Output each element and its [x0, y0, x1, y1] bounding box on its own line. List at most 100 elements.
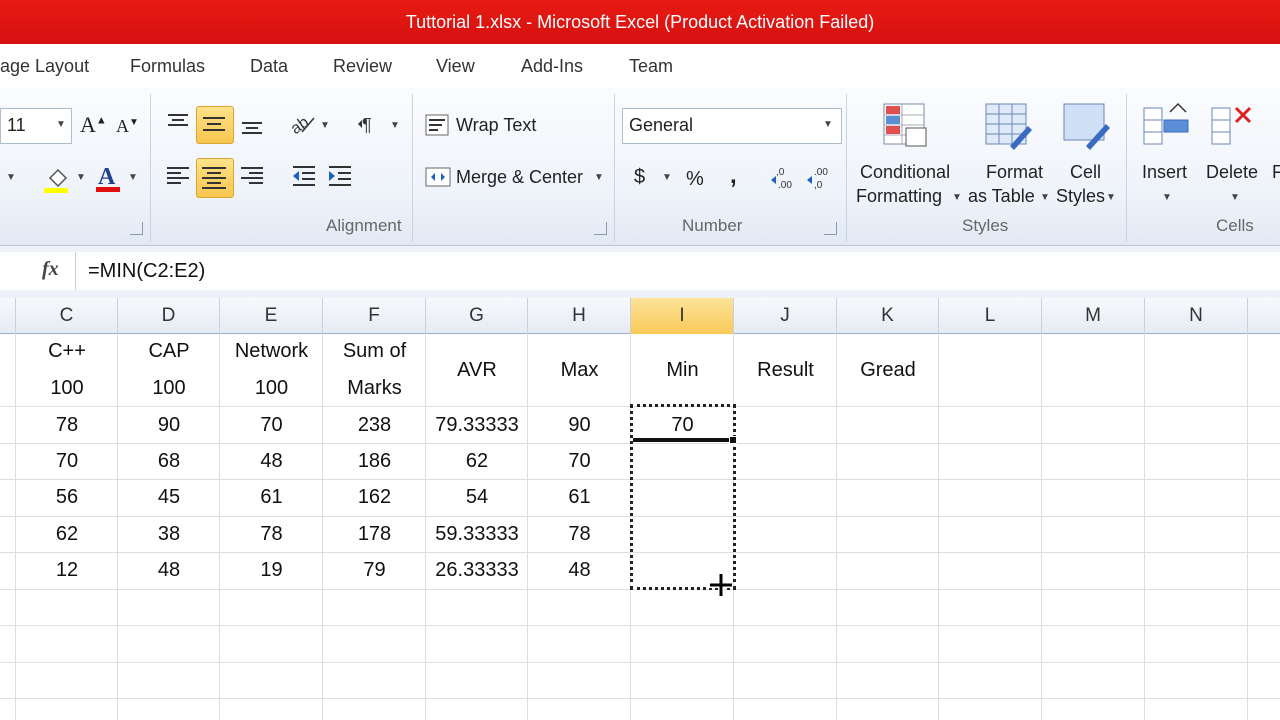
formula-input[interactable]: =MIN(C2:E2): [76, 252, 1280, 290]
column-header-partial[interactable]: [1248, 298, 1280, 334]
column-header-k[interactable]: K: [837, 298, 939, 334]
tab-add-ins[interactable]: Add-Ins: [521, 44, 583, 88]
table-cell[interactable]: 90: [528, 414, 631, 437]
insert-function-button[interactable]: fx: [0, 252, 76, 290]
table-cell[interactable]: 62: [426, 450, 528, 473]
percent-button[interactable]: %: [686, 168, 704, 191]
table-cell[interactable]: 48: [118, 559, 220, 582]
cell-f1-line2[interactable]: Marks: [323, 377, 426, 400]
table-cell[interactable]: 62: [16, 523, 118, 546]
orientation-icon[interactable]: ab: [288, 110, 318, 138]
increase-decimal-icon[interactable]: ,0.00: [770, 164, 800, 192]
column-header-i[interactable]: I: [631, 298, 734, 334]
align-top-icon[interactable]: [164, 110, 192, 138]
table-cell[interactable]: 79: [323, 559, 426, 582]
cell-i1[interactable]: Min: [631, 359, 734, 382]
table-cell[interactable]: 70: [220, 414, 323, 437]
align-middle-icon[interactable]: [196, 106, 234, 144]
column-header-e[interactable]: E: [220, 298, 323, 334]
number-format-combo[interactable]: General ▼: [622, 108, 842, 144]
tab-page-layout[interactable]: age Layout: [0, 44, 89, 88]
format-label-partial[interactable]: F: [1272, 162, 1280, 183]
alignment-dialog-launcher[interactable]: [594, 222, 607, 235]
table-cell[interactable]: 78: [16, 414, 118, 437]
font-color-icon[interactable]: A: [94, 162, 124, 194]
table-cell[interactable]: 61: [220, 486, 323, 509]
tab-team[interactable]: Team: [629, 44, 673, 88]
table-cell[interactable]: 79.33333: [426, 414, 528, 437]
chevron-down-icon[interactable]: ▼: [6, 172, 16, 183]
chevron-down-icon[interactable]: ▼: [390, 120, 400, 131]
align-right-icon[interactable]: [238, 162, 266, 190]
column-header-h[interactable]: H: [528, 298, 631, 334]
cell-k1[interactable]: Gread: [837, 359, 939, 382]
table-cell[interactable]: 238: [323, 414, 426, 437]
table-cell[interactable]: 19: [220, 559, 323, 582]
table-cell[interactable]: 78: [220, 523, 323, 546]
format-as-table-button[interactable]: Format as Table ▼: [964, 94, 1054, 214]
decrease-decimal-icon[interactable]: .00,0: [806, 164, 836, 192]
chevron-down-icon[interactable]: ▼: [128, 172, 138, 183]
conditional-formatting-button[interactable]: Conditional Formatting ▼: [852, 94, 962, 214]
align-bottom-icon[interactable]: [238, 110, 266, 138]
table-cell[interactable]: 78: [528, 523, 631, 546]
copy-marquee-selection[interactable]: [630, 404, 736, 590]
tab-data[interactable]: Data: [250, 44, 288, 88]
fill-color-icon[interactable]: [42, 164, 72, 194]
fill-handle[interactable]: [729, 436, 737, 444]
chevron-down-icon[interactable]: ▼: [320, 120, 330, 131]
font-size-combo[interactable]: 11 ▼: [0, 108, 72, 144]
table-cell[interactable]: 68: [118, 450, 220, 473]
cell-j1[interactable]: Result: [734, 359, 837, 382]
table-cell[interactable]: 162: [323, 486, 426, 509]
shrink-font-icon[interactable]: A▼: [116, 116, 139, 137]
table-cell[interactable]: 12: [16, 559, 118, 582]
text-direction-icon[interactable]: ¶: [356, 110, 384, 138]
tab-formulas[interactable]: Formulas: [130, 44, 205, 88]
table-cell[interactable]: 61: [528, 486, 631, 509]
table-cell[interactable]: 48: [220, 450, 323, 473]
tab-review[interactable]: Review: [333, 44, 392, 88]
table-cell[interactable]: 178: [323, 523, 426, 546]
column-header-j[interactable]: J: [734, 298, 837, 334]
table-cell[interactable]: 38: [118, 523, 220, 546]
table-cell[interactable]: 59.33333: [426, 523, 528, 546]
row-header-corner[interactable]: [0, 298, 16, 334]
table-cell[interactable]: 26.33333: [426, 559, 528, 582]
cell-styles-button[interactable]: Cell Styles ▼: [1052, 94, 1124, 214]
merge-center-button[interactable]: Merge & Center ▼: [422, 160, 612, 194]
wrap-text-button[interactable]: Wrap Text: [422, 108, 612, 142]
column-header-f[interactable]: F: [323, 298, 426, 334]
cell-d1-line2[interactable]: 100: [118, 377, 220, 400]
table-cell[interactable]: 54: [426, 486, 528, 509]
chevron-down-icon[interactable]: ▼: [76, 172, 86, 183]
currency-button[interactable]: $: [634, 166, 645, 189]
table-cell[interactable]: 70: [16, 450, 118, 473]
column-header-c[interactable]: C: [16, 298, 118, 334]
column-header-d[interactable]: D: [118, 298, 220, 334]
column-header-m[interactable]: M: [1042, 298, 1145, 334]
cell-g1[interactable]: AVR: [426, 359, 528, 382]
table-cell[interactable]: 186: [323, 450, 426, 473]
cell-c1-line1[interactable]: C++: [16, 340, 118, 363]
chevron-down-icon[interactable]: ▼: [662, 172, 672, 183]
table-cell[interactable]: 48: [528, 559, 631, 582]
align-left-icon[interactable]: [164, 162, 192, 190]
cell-d1-line1[interactable]: CAP: [118, 340, 220, 363]
cell-e1-line2[interactable]: 100: [220, 377, 323, 400]
column-header-l[interactable]: L: [939, 298, 1042, 334]
table-cell[interactable]: 45: [118, 486, 220, 509]
column-header-g[interactable]: G: [426, 298, 528, 334]
cell-f1-line1[interactable]: Sum of: [323, 340, 426, 363]
delete-button[interactable]: Delete ▼: [1202, 94, 1268, 214]
tab-view[interactable]: View: [436, 44, 475, 88]
align-center-icon[interactable]: [196, 158, 234, 198]
column-header-n[interactable]: N: [1145, 298, 1248, 334]
font-dialog-launcher[interactable]: [130, 222, 143, 235]
number-dialog-launcher[interactable]: [824, 222, 837, 235]
table-cell[interactable]: 56: [16, 486, 118, 509]
cell-e1-line1[interactable]: Network: [220, 340, 323, 363]
cell-h1[interactable]: Max: [528, 359, 631, 382]
increase-indent-icon[interactable]: [326, 162, 354, 190]
comma-button[interactable]: ,: [730, 162, 737, 190]
